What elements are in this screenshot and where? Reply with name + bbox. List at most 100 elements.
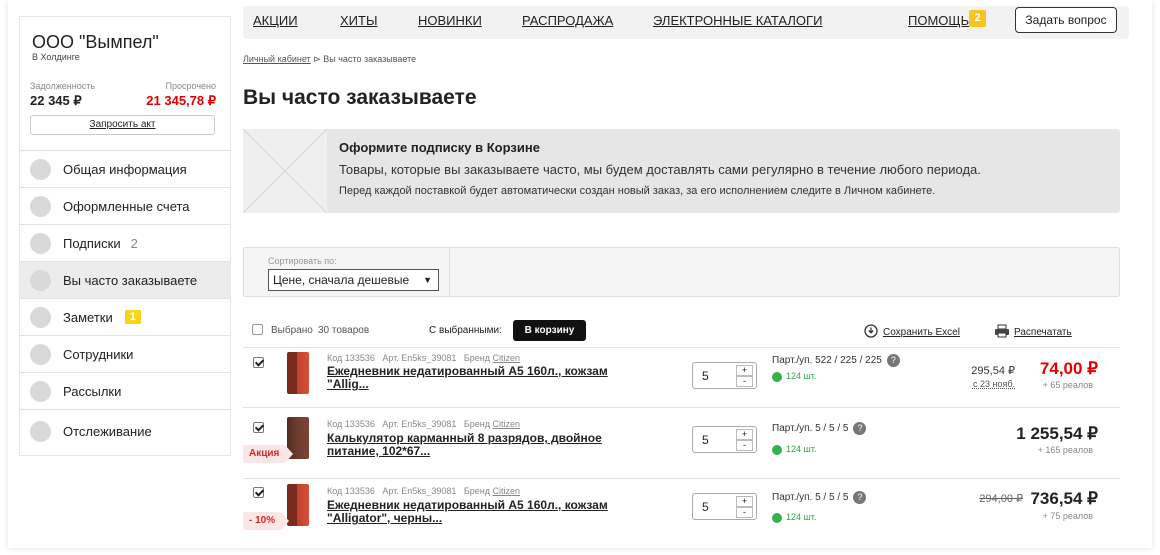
product-title-link[interactable]: Ежедневник недатированный А5 160л., кожз… xyxy=(327,499,627,525)
nav-link-catalogs[interactable]: ЭЛЕКТРОННЫЕ КАТАЛОГИ xyxy=(653,13,822,28)
plus-icon[interactable]: + xyxy=(736,365,753,376)
quantity-stepper[interactable]: 5 + - xyxy=(692,493,757,520)
nav-link-clearance[interactable]: РАСПРОДАЖА xyxy=(522,13,613,28)
minus-icon[interactable]: - xyxy=(736,440,753,451)
product-price: 1 255,54 ₽ xyxy=(1016,424,1098,443)
stock-status: 124 шт. xyxy=(772,444,816,455)
subscription-promo: Оформите подписку в Корзине Товары, кото… xyxy=(243,129,1120,213)
breadcrumb-separator: ⊳ xyxy=(310,54,324,64)
promo-text: Товары, которые вы заказываете часто, мы… xyxy=(339,162,981,177)
stock-count: 124 шт. xyxy=(786,371,817,381)
pack-info-text: Парт./уп. 522 / 225 / 225 xyxy=(772,355,882,367)
brand-label: Бренд xyxy=(463,353,490,363)
sidebar-item-frequent-orders[interactable]: Вы часто заказываете xyxy=(20,261,230,298)
sidebar-item-employees[interactable]: Сотрудники xyxy=(20,335,230,372)
overdue-value: 21 345,78 ₽ xyxy=(146,93,216,108)
debt-label: Задолженность xyxy=(30,81,96,91)
product-price: 74,00 ₽ xyxy=(1039,359,1098,378)
crossed-old-price: 294,00 ₽ xyxy=(979,493,1023,505)
top-nav: АКЦИИ ХИТЫ НОВИНКИ РАСПРОДАЖА ЭЛЕКТРОННЫ… xyxy=(243,6,1129,39)
sidebar-item-label: Отслеживание xyxy=(63,423,152,439)
quantity-value[interactable]: 5 xyxy=(702,433,709,447)
sidebar-item-label: Подписки xyxy=(63,235,121,251)
in-stock-dot-icon xyxy=(772,371,782,382)
product-title-link[interactable]: Ежедневник недатированный А5 160л., кожз… xyxy=(327,365,627,391)
quantity-stepper[interactable]: 5 + - xyxy=(692,362,757,389)
bonus-points: + 75 реалов xyxy=(1042,511,1093,521)
brand-link[interactable]: Citizen xyxy=(493,353,521,363)
print-icon[interactable] xyxy=(994,324,1010,338)
help-icon[interactable]: ? xyxy=(886,354,900,367)
sort-label: Сортировать по: xyxy=(268,256,337,266)
ask-question-button[interactable]: Задать вопрос xyxy=(1015,7,1117,33)
stock-status: 124 шт. xyxy=(772,512,816,523)
nav-link-hits[interactable]: ХИТЫ xyxy=(340,13,377,28)
sidebar-item-label: Общая информация xyxy=(63,161,187,177)
sort-select-value: Цене, сначала дешевые xyxy=(273,273,410,287)
debt-value: 22 345 ₽ xyxy=(30,93,82,108)
selected-count: 30 товаров xyxy=(318,325,370,336)
pack-info-text: Парт./уп. 5 / 5 / 5 xyxy=(772,492,849,504)
download-icon[interactable] xyxy=(864,324,878,338)
sidebar-item-label: Заметки xyxy=(63,309,113,325)
product-title-link[interactable]: Калькулятор карманный 8 разрядов, двойно… xyxy=(327,432,627,458)
add-to-cart-button[interactable]: В корзину xyxy=(513,320,586,341)
row-checkbox[interactable] xyxy=(253,487,264,498)
pack-info: Парт./уп. 522 / 225 / 225? xyxy=(772,354,900,367)
sidebar-item-notes[interactable]: Заметки 1 xyxy=(20,298,230,335)
sidebar-item-label: Рассылки xyxy=(63,383,122,399)
product-code: Код 133536 xyxy=(327,419,375,429)
sidebar: ООО "Вымпел" В Холдинге Задолженность 22… xyxy=(19,16,231,456)
quantity-stepper[interactable]: 5 + - xyxy=(692,426,757,453)
sidebar-item-label: Оформленные счета xyxy=(63,198,190,214)
product-row: - 10% Код 133536 Арт. En5ks_39081 Бренд … xyxy=(243,478,1120,540)
select-all-checkbox[interactable] xyxy=(252,324,263,335)
help-icon[interactable]: ? xyxy=(853,491,867,504)
minus-icon[interactable]: - xyxy=(736,376,753,387)
sidebar-item-tracking[interactable]: Отслеживание xyxy=(20,409,230,452)
quantity-value[interactable]: 5 xyxy=(702,500,709,514)
page-title: Вы часто заказываете xyxy=(243,86,477,109)
product-row: Код 133536 Арт. En5ks_39081 Бренд Citize… xyxy=(243,347,1120,407)
company-name: ООО "Вымпел" xyxy=(32,32,159,52)
plus-icon[interactable]: + xyxy=(736,496,753,507)
promo-title: Оформите подписку в Корзине xyxy=(339,140,540,155)
print-link[interactable]: Распечатать xyxy=(1014,327,1072,338)
bonus-points: + 165 реалов xyxy=(1037,445,1093,455)
breadcrumb-link-cabinet[interactable]: Личный кабинет xyxy=(243,54,311,64)
sidebar-item-invoices[interactable]: Оформленные счета xyxy=(20,187,230,224)
row-checkbox[interactable] xyxy=(253,422,264,433)
minus-icon[interactable]: - xyxy=(736,507,753,518)
pack-info: Парт./уп. 5 / 5 / 5? xyxy=(772,422,867,435)
sort-select[interactable]: Цене, сначала дешевые ▼ xyxy=(268,269,439,291)
brand-link[interactable]: Citizen xyxy=(493,419,521,429)
product-article: Арт. En5ks_39081 xyxy=(382,353,457,363)
quantity-value[interactable]: 5 xyxy=(702,369,709,383)
nav-link-new[interactable]: НОВИНКИ xyxy=(418,13,482,28)
menu-icon xyxy=(30,232,51,254)
sidebar-item-subscriptions[interactable]: Подписки 2 xyxy=(20,224,230,261)
nav-link-sales[interactable]: АКЦИИ xyxy=(253,13,298,28)
promo-note: Перед каждой поставкой будет автоматичес… xyxy=(339,185,936,197)
request-act-button[interactable]: Запросить акт xyxy=(30,115,215,135)
brand-link[interactable]: Citizen xyxy=(493,486,521,496)
menu-icon xyxy=(30,380,51,402)
dropdown-arrow-icon: ▼ xyxy=(423,275,432,285)
nav-link-help[interactable]: ПОМОЩЬ xyxy=(908,13,969,28)
product-article: Арт. En5ks_39081 xyxy=(382,419,457,429)
sidebar-item-general[interactable]: Общая информация xyxy=(20,150,230,187)
save-excel-link[interactable]: Сохранить Excel xyxy=(883,327,960,338)
finance-block: Задолженность 22 345 ₽ Просрочено 21 345… xyxy=(20,81,230,109)
brand-label: Бренд xyxy=(463,486,490,496)
product-image[interactable] xyxy=(287,352,309,394)
sidebar-item-mailings[interactable]: Рассылки xyxy=(20,372,230,409)
stock-count: 124 шт. xyxy=(786,512,817,522)
product-code: Код 133536 xyxy=(327,353,375,363)
row-checkbox[interactable] xyxy=(253,357,264,368)
product-image[interactable] xyxy=(287,484,309,526)
plus-icon[interactable]: + xyxy=(736,429,753,440)
product-article: Арт. En5ks_39081 xyxy=(382,486,457,496)
help-icon[interactable]: ? xyxy=(853,422,867,435)
menu-icon xyxy=(30,158,51,180)
old-price-date: с 23 нояб. xyxy=(972,379,1015,389)
